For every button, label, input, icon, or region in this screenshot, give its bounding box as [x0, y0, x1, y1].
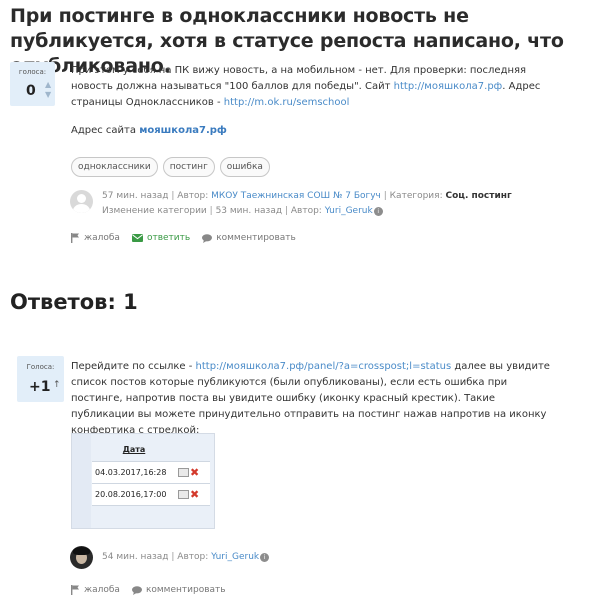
question-actions: жалоба ответить комментировать [71, 233, 308, 243]
changed-author-prefix: Автор: [290, 206, 322, 216]
question-vote-box: голоса: 0 ▲ ▼ [10, 62, 55, 106]
avatar-hair [73, 547, 90, 555]
vote-count: 0 [26, 83, 36, 99]
avatar-placeholder-head [77, 194, 86, 203]
comment-label: комментировать [145, 585, 226, 595]
avatar-placeholder-body [73, 204, 90, 213]
answer-vote-box: Голоса: +1 ↑ [17, 356, 64, 402]
complaint-label: жалоба [84, 585, 120, 595]
complaint-button[interactable]: жалоба [71, 233, 120, 243]
error-cross-icon: ✖ [190, 465, 200, 479]
reply-label: ответить [146, 233, 191, 243]
post-date: 04.03.2017,16:28 [92, 461, 176, 484]
answer-author-avatar[interactable] [70, 546, 93, 569]
question-meta: 57 мин. назад | Автор: МКОУ Таежнинская … [102, 189, 512, 219]
author-prefix: Автор: [177, 191, 209, 201]
error-cross-icon: ✖ [190, 487, 200, 501]
category-changed-time: 53 мин. назад [215, 206, 283, 216]
answer-vote-count: +1 [29, 379, 51, 395]
tag-list: одноклассники постинг ошибка [71, 157, 270, 177]
answer-body: Перейдите по ссылке - http://мояшкола7.р… [71, 359, 561, 439]
flag-icon [71, 233, 79, 243]
comment-label: комментировать [216, 233, 296, 243]
author-link[interactable]: МКОУ Таежнинская СОШ № 7 Богуч [211, 191, 381, 201]
tag-odnoklassniki[interactable]: одноклассники [71, 157, 158, 177]
site-address-line: Адрес сайта мояшкола7.рф [71, 125, 227, 136]
question-author-avatar[interactable] [70, 190, 93, 213]
vote-up-icon[interactable]: ↑ [53, 381, 61, 390]
date-column-header: Дата [92, 439, 176, 462]
comment-button[interactable]: комментировать [202, 233, 296, 243]
user-badge-icon: i [260, 553, 270, 562]
envelope-icon [131, 234, 143, 242]
table-row: 04.03.2017,16:28 ✖ [92, 461, 210, 484]
table-row: 20.08.2016,17:00 ✖ [92, 483, 210, 506]
crosspost-link[interactable]: http://мояшкола7.рф/panel/?a=crosspost;l… [196, 361, 452, 372]
repost-envelope-icon [178, 489, 189, 499]
ok-link[interactable]: http://m.ok.ru/semschool [224, 97, 350, 108]
answers-heading: Ответов: 1 [10, 290, 138, 314]
vote-up-icon[interactable]: ▲ [45, 81, 51, 89]
post-date: 20.08.2016,17:00 [92, 483, 176, 506]
answer-complaint-button[interactable]: жалоба [71, 585, 120, 595]
category-changed-label: Изменение категории [102, 206, 207, 216]
speech-bubble-icon [131, 585, 142, 595]
user-badge-icon: i [373, 207, 383, 216]
answer-author-prefix: Автор: [177, 552, 209, 562]
changed-author-link[interactable]: Yuri_Geruk [325, 206, 373, 216]
question-body: При этом у себя на ПК вижу новость, а на… [71, 63, 541, 111]
answer-actions: жалоба комментировать [71, 585, 238, 595]
site-address-label: Адрес сайта [71, 125, 137, 136]
answer-screenshot: Дата 04.03.2017,16:28 ✖ 20.08.2016,17:00… [71, 433, 215, 529]
site-address-link[interactable]: мояшкола7.рф [139, 125, 227, 136]
complaint-label: жалоба [84, 233, 120, 243]
question-meta-line-2: Изменение категории | 53 мин. назад | Ав… [102, 204, 512, 219]
screenshot-table: Дата 04.03.2017,16:28 ✖ 20.08.2016,17:00… [92, 439, 210, 506]
answer-author-link[interactable]: Yuri_Geruk [211, 552, 259, 562]
answer-body-text-1: Перейдите по ссылке - [71, 361, 196, 372]
site-link[interactable]: http://мояшкола7.рф [394, 81, 503, 92]
category-prefix: Категория: [389, 191, 443, 201]
answer-meta: 54 мин. назад | Автор: Yuri_Geruk i [102, 550, 270, 565]
answer-body-text-2: далее вы увидите список постов которые п… [71, 361, 550, 436]
vote-down-icon[interactable]: ▼ [45, 91, 51, 99]
speech-bubble-icon [202, 233, 213, 243]
category-link[interactable]: Соц. постинг [445, 191, 511, 201]
question-meta-line-1: 57 мин. назад | Автор: МКОУ Таежнинская … [102, 191, 512, 201]
answer-comment-button[interactable]: комментировать [131, 585, 226, 595]
answer-vote-label: Голоса: [26, 363, 55, 371]
tag-error[interactable]: ошибка [219, 157, 270, 177]
repost-envelope-icon [178, 467, 189, 477]
vote-label: голоса: [18, 68, 47, 76]
post-time: 57 мин. назад [102, 191, 169, 201]
reply-button[interactable]: ответить [131, 233, 191, 243]
tag-posting[interactable]: постинг [162, 157, 215, 177]
answer-time: 54 мин. назад [102, 552, 169, 562]
screenshot-header-row: Дата [92, 439, 210, 462]
flag-icon [71, 585, 79, 595]
